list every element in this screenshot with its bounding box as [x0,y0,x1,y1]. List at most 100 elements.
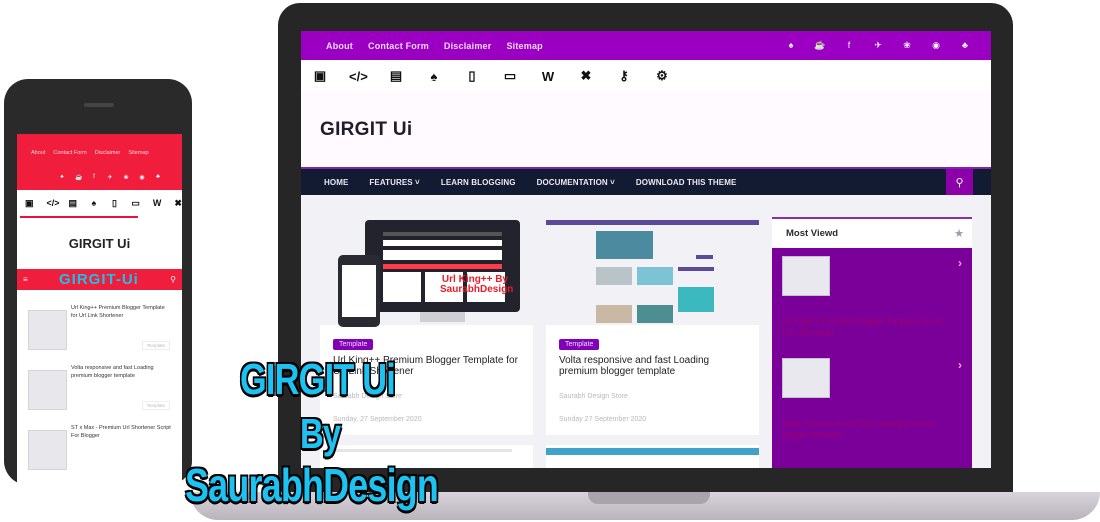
overlay-title-line3: SaurabhDesign [185,459,439,511]
thumb-image [678,287,714,312]
mobile-category-icons: ▣ </> ▤ ♠ ▯ ▭ W ✖ [17,190,182,216]
mobile-icon[interactable]: ▯ [463,68,481,84]
facebook-icon[interactable]: f [91,174,97,181]
blogger-icon[interactable]: ▣ [25,198,34,209]
item-thumbnail[interactable] [782,358,830,398]
mobile-site-preview: About Contact Form Disclaimer Sitemap ♠ … [17,134,182,486]
nav-learn-blogging[interactable]: LEARN BLOGGING [441,178,516,187]
twitter-icon[interactable]: ✈ [107,174,113,181]
gears-icon[interactable]: ⚙ [653,68,671,84]
post-date: Sunday, 27 September 2020 [333,416,422,423]
search-button[interactable]: ⚲ [946,169,973,195]
top-link-about[interactable]: About [31,150,45,156]
post-card[interactable] [546,445,759,468]
wordpress-icon[interactable]: W [539,69,557,84]
item-title[interactable]: Url King++ Premium Blogger Template for … [782,316,952,338]
thumb-button [696,255,713,259]
post-thumbnail[interactable]: Url King++ By SaurabhDesign [320,217,533,327]
item-thumbnail[interactable] [782,256,830,296]
post-label[interactable]: Template [333,339,374,350]
twitter-icon[interactable]: ✈ [872,40,884,51]
chevron-right-icon[interactable]: › [958,256,962,270]
top-link-sitemap[interactable]: Sitemap [506,41,542,51]
mobile-site-title[interactable]: GIRGIT Ui [69,236,130,251]
content-area: Url King++ By SaurabhDesign Template Url… [301,195,991,468]
post-title[interactable]: ST x Max - Premium Url Shortener Script … [71,424,171,440]
tools-icon[interactable]: ✖ [174,198,182,209]
post-title[interactable]: Volta responsive and fast Loading premiu… [559,355,749,377]
blogger-icon[interactable]: ▣ [311,68,329,84]
mobile-site-header: GIRGIT Ui [17,218,182,269]
top-link-disclaimer[interactable]: Disclaimer [95,150,121,156]
menu-icon[interactable]: ≡ [23,275,28,284]
star-icon: ★ [954,228,964,240]
nav-features[interactable]: FEATURES ˅ [369,178,419,187]
thumb-strip [332,449,512,452]
code-icon[interactable]: </> [47,198,60,208]
top-link-contact-form[interactable]: Contact Form [53,150,86,156]
post-card[interactable]: Template Volta responsive and fast Loadi… [546,217,759,435]
wordpress-icon[interactable]: W [153,198,162,208]
mobile-social-icons: ♠ ☕ f ✈ ❀ ◉ ♣ [59,174,161,181]
post-thumbnail[interactable] [28,430,67,470]
eye-icon[interactable]: ◉ [139,174,145,181]
mobile-post-item[interactable]: Volta responsive and fast Loading premiu… [25,364,174,424]
android-icon[interactable]: ♠ [59,174,65,181]
nav-download-theme[interactable]: DOWNLOAD THIS THEME [636,178,737,187]
dribbble-icon[interactable]: ❀ [901,40,913,51]
top-link-sitemap[interactable]: Sitemap [128,150,148,156]
user-icon[interactable]: ♣ [155,174,161,181]
post-title[interactable]: Url King++ Premium Blogger Template for … [71,304,171,320]
tools-icon[interactable]: ✖ [577,68,595,84]
chevron-right-icon[interactable]: › [958,358,962,372]
item-title[interactable]: Volta responsive and fast Loading premiu… [782,418,952,440]
phone-frame: About Contact Form Disclaimer Sitemap ♠ … [4,79,192,486]
facebook-icon[interactable]: f [843,40,855,51]
post-label[interactable]: Template [559,339,600,350]
coffee-icon[interactable]: ☕ [75,174,82,181]
post-title[interactable]: Volta responsive and fast Loading premiu… [71,364,171,380]
top-link-disclaimer[interactable]: Disclaimer [444,41,492,51]
mobile-top-links: About Contact Form Disclaimer Sitemap [31,150,149,156]
nav-documentation[interactable]: DOCUMENTATION ˅ [537,178,615,187]
android-icon[interactable]: ♠ [90,198,98,208]
post-label[interactable]: Template [141,401,170,410]
key-icon[interactable]: ⚷ [615,68,633,84]
money-icon[interactable]: ▭ [501,68,519,84]
folder-icon[interactable]: ▤ [387,68,405,84]
dribbble-icon[interactable]: ❀ [123,174,129,181]
post-thumbnail[interactable] [28,310,67,350]
overlay-title-line2: By [300,410,341,457]
top-link-contact-form[interactable]: Contact Form [368,41,429,51]
nav-home[interactable]: HOME [324,178,348,187]
thumb-bar [383,250,502,260]
post-date: Sunday 27 September 2020 [559,416,647,423]
mobile-nav-logo[interactable]: GIRGIT-Ui [59,271,139,288]
mobile-icon[interactable]: ▯ [111,198,119,209]
money-icon[interactable]: ▭ [131,198,140,209]
android-icon[interactable]: ♠ [785,40,797,51]
eye-icon[interactable]: ◉ [930,40,942,51]
post-thumbnail[interactable] [546,217,759,325]
mobile-post-item[interactable]: Url King++ Premium Blogger Template for … [25,304,174,364]
folder-icon[interactable]: ▤ [69,198,78,209]
social-icons: ♠ ☕ f ✈ ❀ ◉ ♣ [785,40,971,51]
coffee-icon[interactable]: ☕ [814,40,826,51]
post-label[interactable]: Template [141,341,170,350]
code-icon[interactable]: </> [349,69,368,84]
post-thumbnail[interactable] [28,370,67,410]
mobile-post-item[interactable]: ST x Max - Premium Url Shortener Script … [25,424,174,484]
thumb-bar [383,264,502,269]
thumb-bar [383,232,502,236]
user-icon[interactable]: ♣ [959,40,971,51]
top-links: About Contact Form Disclaimer Sitemap [326,41,543,51]
android-icon[interactable]: ♠ [425,69,443,84]
site-title[interactable]: GIRGIT Ui [320,119,412,141]
thumb-bar [383,240,502,246]
thumb-header [546,220,759,225]
widget-title: Most Viewd [786,228,839,239]
top-link-about[interactable]: About [326,41,353,51]
search-icon[interactable]: ⚲ [170,275,176,284]
thumb-phone [338,255,380,327]
overlay-title-line1: GIRGIT Ui [240,355,396,404]
